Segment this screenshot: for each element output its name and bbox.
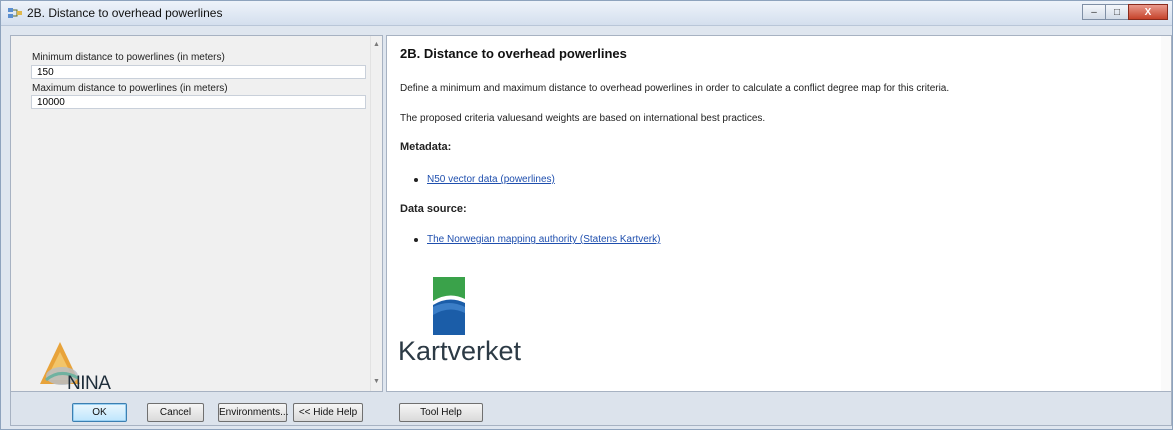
data-source-heading: Data source: [400,203,467,215]
max-distance-label: Maximum distance to powerlines (in meter… [32,83,228,94]
parameters-pane: Minimum distance to powerlines (in meter… [10,35,383,392]
close-button[interactable]: X [1128,4,1168,20]
bullet-icon [414,178,418,182]
bullet-icon [414,238,418,242]
geoprocessing-tool-icon [8,8,22,18]
help-scrollbar[interactable] [1161,36,1171,391]
minimize-button[interactable]: – [1082,4,1106,20]
window-controls: – □ X [1082,4,1168,21]
kartverket-logo-icon [433,277,465,335]
help-pane: 2B. Distance to overhead powerlines Defi… [386,35,1172,392]
maximize-button[interactable]: □ [1105,4,1129,20]
metadata-list-item: N50 vector data (powerlines) [414,174,555,185]
hide-help-button[interactable]: << Hide Help [293,403,363,422]
parameters-scrollbar[interactable]: ▲ ▼ [370,36,382,391]
metadata-link[interactable]: N50 vector data (powerlines) [427,174,555,185]
help-title: 2B. Distance to overhead powerlines [400,46,627,61]
scroll-down-arrow-icon[interactable]: ▼ [371,376,382,388]
min-distance-input[interactable] [31,65,366,79]
data-source-list-item: The Norwegian mapping authority (Statens… [414,234,660,245]
environments-button[interactable]: Environments... [218,403,288,422]
tool-help-button[interactable]: Tool Help [399,403,483,422]
help-note: The proposed criteria valuesand weights … [400,113,766,124]
min-distance-label: Minimum distance to powerlines (in meter… [32,52,225,63]
max-distance-input[interactable] [31,95,366,109]
data-source-link[interactable]: The Norwegian mapping authority (Statens… [427,234,660,245]
kartverket-logo-text: Kartverket [398,336,522,366]
metadata-heading: Metadata: [400,141,452,153]
cancel-button[interactable]: Cancel [147,403,204,422]
title-bar[interactable]: 2B. Distance to overhead powerlines – □ … [1,1,1172,26]
window-title: 2B. Distance to overhead powerlines [27,6,223,20]
ok-button[interactable]: OK [72,403,127,422]
help-intro: Define a minimum and maximum distance to… [400,83,950,94]
button-bar: OK Cancel Environments... << Hide Help T… [10,392,1172,426]
scroll-up-arrow-icon[interactable]: ▲ [371,39,382,51]
